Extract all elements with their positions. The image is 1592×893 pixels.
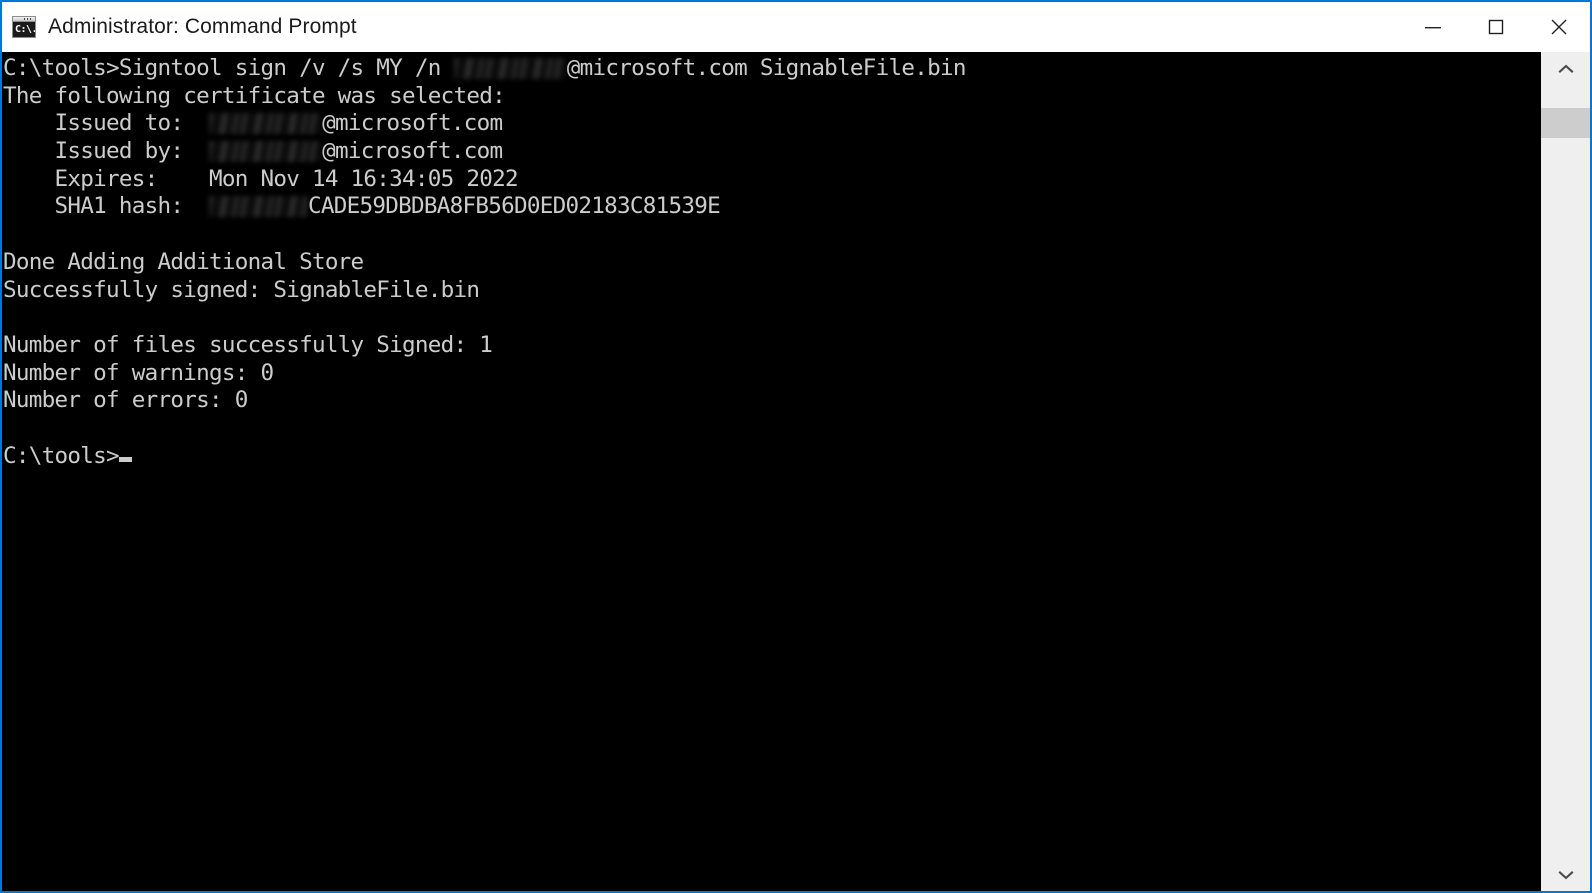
console-line: C:\tools>	[3, 443, 1541, 471]
console-text-run: Number of errors: 0	[3, 387, 248, 414]
console-line	[3, 221, 1541, 249]
console-line: Done Adding Additional Store	[3, 249, 1541, 277]
console-text-run	[3, 304, 16, 330]
redacted-text	[208, 141, 323, 163]
scroll-up-button[interactable]	[1541, 52, 1590, 85]
console-line: Successfully signed: SignableFile.bin	[3, 277, 1541, 305]
console-line: Issued by: @microsoft.com	[3, 138, 1541, 166]
console-text-run: @microsoft.com	[322, 138, 503, 165]
console-line: Expires: Mon Nov 14 16:34:05 2022	[3, 166, 1541, 194]
console-text-run: Done Adding Additional Store	[3, 248, 364, 275]
console-text-run: C:\tools>	[3, 442, 120, 469]
console-text-run: @microsoft.com	[322, 110, 503, 137]
redacted-text	[208, 113, 323, 135]
console-text-run: SHA1 hash:	[3, 193, 209, 220]
console-text-run: Number of files successfully Signed: 1	[3, 331, 493, 358]
text-cursor	[118, 456, 132, 462]
scroll-down-button[interactable]	[1541, 858, 1590, 891]
console-line: C:\tools>Signtool sign /v /s MY /n @micr…	[3, 55, 1541, 83]
cmd-icon-glyph: C:\.	[15, 24, 36, 35]
console-text: C:\tools>Signtool sign /v /s MY /n @micr…	[2, 55, 1541, 470]
console-text-run	[3, 221, 16, 247]
console-text-run	[3, 415, 16, 441]
scrollbar-track[interactable]	[1541, 85, 1590, 858]
command-prompt-window: C:\. Administrator: Command Prompt C:\to…	[0, 0, 1592, 893]
title-bar[interactable]: C:\. Administrator: Command Prompt	[2, 2, 1590, 52]
window-title: Administrator: Command Prompt	[48, 15, 357, 38]
chevron-up-icon	[1558, 64, 1573, 73]
console-output-area[interactable]: C:\tools>Signtool sign /v /s MY /n @micr…	[2, 52, 1541, 891]
chevron-down-icon	[1558, 870, 1573, 879]
vertical-scrollbar[interactable]	[1541, 52, 1590, 891]
close-icon	[1551, 19, 1566, 35]
window-controls	[1401, 2, 1590, 52]
console-line: SHA1 hash: CADE59DBDBA8FB56D0ED02183C815…	[3, 193, 1541, 221]
scrollbar-thumb[interactable]	[1541, 108, 1590, 139]
console-line: Issued to: @microsoft.com	[3, 110, 1541, 138]
console-line: Number of warnings: 0	[3, 360, 1541, 388]
cmd-console-icon: C:\.	[12, 16, 36, 38]
console-line: The following certificate was selected:	[3, 83, 1541, 111]
console-text-run: Issued by:	[3, 138, 209, 165]
console-text-run: Issued to:	[3, 110, 209, 137]
console-text-run: Successfully signed: SignableFile.bin	[3, 276, 480, 303]
console-text-run: The following certificate was selected:	[3, 82, 506, 109]
close-button[interactable]	[1527, 2, 1590, 52]
console-text-run: Expires: Mon Nov 14 16:34:05 2022	[3, 165, 518, 192]
console-line: Number of files successfully Signed: 1	[3, 332, 1541, 360]
console-line	[3, 415, 1541, 443]
console-line: Number of errors: 0	[3, 387, 1541, 415]
console-text-run: @microsoft.com SignableFile.bin	[566, 55, 967, 81]
minimize-button[interactable]	[1401, 2, 1464, 52]
redacted-text	[208, 196, 309, 218]
console-text-run: C:\tools>Signtool sign /v /s MY /n	[3, 55, 454, 81]
minimize-icon	[1424, 27, 1441, 29]
title-bar-left: C:\. Administrator: Command Prompt	[2, 2, 357, 52]
redacted-text	[453, 58, 567, 79]
console-text-run: CADE59DBDBA8FB56D0ED02183C81539E	[308, 193, 721, 220]
maximize-icon	[1488, 19, 1503, 35]
window-body: C:\tools>Signtool sign /v /s MY /n @micr…	[2, 52, 1590, 891]
console-text-run: Number of warnings: 0	[3, 359, 274, 386]
maximize-button[interactable]	[1464, 2, 1527, 52]
console-line	[3, 304, 1541, 332]
